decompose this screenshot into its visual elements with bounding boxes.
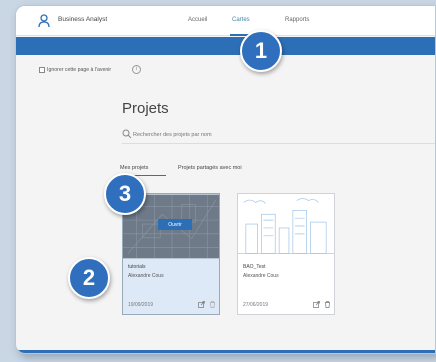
step-badge-2: 2 (68, 257, 110, 299)
app-title: Business Analyst (58, 16, 108, 23)
step-badge-1: 1 (240, 30, 282, 72)
nav-accueil[interactable]: Accueil (188, 17, 207, 23)
search-input[interactable] (133, 130, 433, 139)
app-window: Business Analyst Accueil Cartes Rapports… (15, 5, 436, 354)
accent-bar (16, 37, 435, 55)
share-icon[interactable] (198, 301, 205, 308)
card-owner: Alexandre Cous (128, 273, 164, 279)
project-card-bao-test[interactable]: BAO_Test Alexandre Cous 27/06/2019 (237, 193, 335, 315)
top-navigation-bar: Business Analyst Accueil Cartes Rapports (16, 6, 435, 36)
open-button[interactable]: Ouvrir (158, 219, 192, 230)
ignore-checkbox[interactable] (39, 67, 45, 73)
search-icon (122, 129, 132, 139)
card-owner: Alexandre Cous (243, 273, 279, 279)
card-name: BAO_Test (243, 264, 266, 270)
card-date: 19/09/2019 (128, 302, 154, 308)
card-name: tutorials (128, 264, 146, 270)
project-thumbnail (238, 194, 334, 259)
trash-icon[interactable] (209, 301, 216, 308)
search-underline (122, 143, 435, 144)
share-icon[interactable] (313, 301, 320, 308)
nav-rapports[interactable]: Rapports (285, 17, 309, 23)
step-badge-3: 3 (104, 173, 146, 215)
info-icon[interactable]: i (132, 65, 141, 74)
trash-icon[interactable] (324, 301, 331, 308)
bottom-accent (16, 350, 435, 353)
tab-shared-projects[interactable]: Projets partagés avec moi (178, 165, 242, 171)
nav-cartes[interactable]: Cartes (232, 17, 250, 23)
tab-my-projects[interactable]: Mes projets (120, 165, 148, 171)
ignore-page-option[interactable]: Ignorer cette page à l'avenir (39, 67, 111, 73)
page-title: Projets (122, 100, 169, 117)
ignore-label: Ignorer cette page à l'avenir (47, 67, 112, 73)
business-analyst-logo-icon (38, 14, 50, 28)
card-date: 27/06/2019 (243, 302, 269, 308)
